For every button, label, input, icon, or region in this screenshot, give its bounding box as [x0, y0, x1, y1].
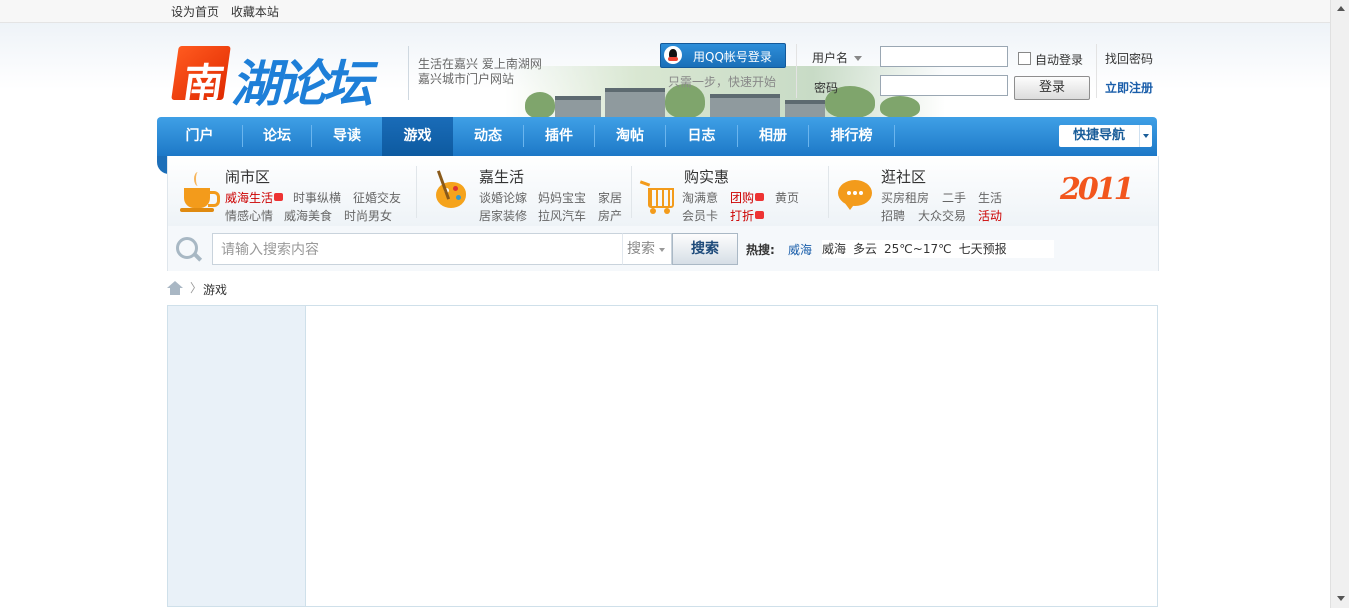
- qq-penguin-icon: [664, 46, 682, 64]
- username-type-selector[interactable]: 用户名: [812, 49, 863, 66]
- category-title: 逛社区: [881, 168, 927, 186]
- set-homepage-link[interactable]: 设为首页: [171, 5, 219, 19]
- quick-nav-button[interactable]: 快捷导航: [1059, 125, 1152, 147]
- vertical-scrollbar[interactable]: [1330, 0, 1349, 608]
- category-link[interactable]: 活动: [978, 207, 1002, 224]
- category-link[interactable]: 买房租房: [881, 189, 929, 206]
- chevron-down-icon: [854, 56, 863, 61]
- password-label: 密码: [814, 81, 839, 95]
- weather-widget: 威海 多云 25℃~17℃ 七天预报: [822, 240, 1054, 258]
- weather-temp: 25℃~17℃: [884, 242, 952, 256]
- qq-login-label: 用QQ帐号登录: [693, 50, 772, 64]
- main-nav: 门户 论坛 导读 游戏 动态 插件 淘帖 日志 相册 排行榜 快捷导航: [157, 117, 1157, 156]
- category-title: 闹市区: [225, 168, 271, 186]
- category-link[interactable]: 时事纵横: [293, 189, 341, 206]
- auto-login-checkbox[interactable]: [1018, 52, 1031, 65]
- nav-item-guide[interactable]: 导读: [312, 117, 382, 156]
- nav-item-forum[interactable]: 论坛: [243, 117, 311, 156]
- hot-badge-icon: [755, 211, 765, 219]
- nav-item-games[interactable]: 游戏: [382, 117, 453, 156]
- weather-condition: 多云: [853, 242, 878, 256]
- logo-text: 湖论坛: [231, 54, 373, 113]
- find-password-link[interactable]: 找回密码: [1105, 50, 1153, 67]
- hot-badge-icon: [274, 193, 284, 201]
- login-divider: [796, 44, 797, 98]
- category-title: 购实惠: [684, 168, 730, 186]
- year-2011-badge: 2011: [1060, 172, 1135, 207]
- category-link[interactable]: 情感心情: [225, 207, 273, 224]
- category-link[interactable]: 妈妈宝宝: [538, 189, 586, 206]
- login-button[interactable]: 登录: [1014, 76, 1090, 100]
- category-link[interactable]: 生活: [978, 189, 1002, 206]
- hot-badge-icon: [755, 193, 765, 201]
- username-input[interactable]: [880, 46, 1008, 67]
- category-link[interactable]: 家居: [598, 189, 622, 206]
- nav-item-activity[interactable]: 动态: [453, 117, 523, 156]
- breadcrumb-current: 游戏: [203, 283, 228, 297]
- bookmark-link[interactable]: 收藏本站: [231, 5, 279, 19]
- category-link[interactable]: 会员卡: [682, 207, 718, 224]
- shopping-cart-icon: [639, 174, 676, 218]
- search-icon: [176, 237, 206, 267]
- category-link[interactable]: 二手: [942, 189, 966, 206]
- category-link[interactable]: 威海生活: [225, 189, 284, 206]
- search-button[interactable]: 搜索: [672, 233, 738, 265]
- category-title: 嘉生活: [479, 168, 525, 186]
- category-bar: 闹市区 威海生活 时事纵横 征婚交友 情感心情 威海美食 时尚男女 嘉生活 谈婚…: [167, 156, 1159, 226]
- category-link[interactable]: 谈婚论嫁: [479, 189, 527, 206]
- category-link[interactable]: 招聘: [881, 207, 905, 224]
- qq-login-hint: 只需一步，快速开始: [668, 75, 777, 89]
- nav-item-album[interactable]: 相册: [738, 117, 808, 156]
- register-link[interactable]: 立即注册: [1105, 79, 1153, 96]
- login-divider: [1096, 44, 1097, 98]
- category-link[interactable]: 居家装修: [479, 207, 527, 224]
- scroll-up-icon[interactable]: [1337, 6, 1345, 11]
- hot-search-link[interactable]: 威海: [788, 241, 812, 258]
- chat-bubble-icon: [838, 174, 874, 218]
- logo-divider: [408, 46, 409, 100]
- side-panel: [168, 306, 306, 606]
- scroll-down-icon[interactable]: [1337, 596, 1345, 601]
- category-link[interactable]: 团购: [730, 189, 765, 206]
- hot-search-label: 热搜:: [746, 243, 775, 257]
- nav-item-plugins[interactable]: 插件: [524, 117, 594, 156]
- top-bar: 设为首页 收藏本站: [0, 0, 1330, 23]
- breadcrumb-separator: 〉: [190, 281, 203, 295]
- search-input[interactable]: 请输入搜索内容: [212, 233, 623, 265]
- nav-item-blog[interactable]: 日志: [666, 117, 737, 156]
- category-link[interactable]: 威海美食: [284, 207, 332, 224]
- logo-seal-icon: 南: [171, 46, 231, 107]
- home-icon[interactable]: [167, 281, 183, 295]
- chevron-down-icon: [1139, 125, 1153, 147]
- palette-icon: [434, 170, 470, 214]
- auto-login-label[interactable]: 自动登录: [1035, 51, 1083, 68]
- nav-item-ranking[interactable]: 排行榜: [809, 117, 894, 156]
- category-link[interactable]: 打折: [730, 207, 765, 224]
- category-link[interactable]: 征婚交友: [353, 189, 401, 206]
- category-link[interactable]: 大众交易: [918, 207, 966, 224]
- nav-item-collections[interactable]: 淘帖: [595, 117, 665, 156]
- weather-forecast-link[interactable]: 七天预报: [959, 242, 1007, 256]
- weather-city: 威海: [822, 242, 847, 256]
- main-content: [167, 305, 1158, 607]
- coffee-cup-icon: [180, 170, 220, 214]
- category-link[interactable]: 拉风汽车: [538, 207, 586, 224]
- category-link[interactable]: 时尚男女: [344, 207, 392, 224]
- category-link[interactable]: 黄页: [775, 189, 799, 206]
- nav-item-portal[interactable]: 门户: [157, 117, 242, 156]
- site-logo[interactable]: 南 湖论坛: [171, 42, 403, 113]
- chevron-down-icon: [659, 248, 665, 252]
- search-scope-select[interactable]: 搜索: [622, 233, 672, 265]
- quick-nav-label: 快捷导航: [1072, 128, 1125, 143]
- password-input[interactable]: [880, 75, 1008, 96]
- qq-login-button[interactable]: 用QQ帐号登录: [660, 43, 786, 68]
- category-link[interactable]: 淘满意: [682, 189, 718, 206]
- category-link[interactable]: 房产: [598, 207, 622, 224]
